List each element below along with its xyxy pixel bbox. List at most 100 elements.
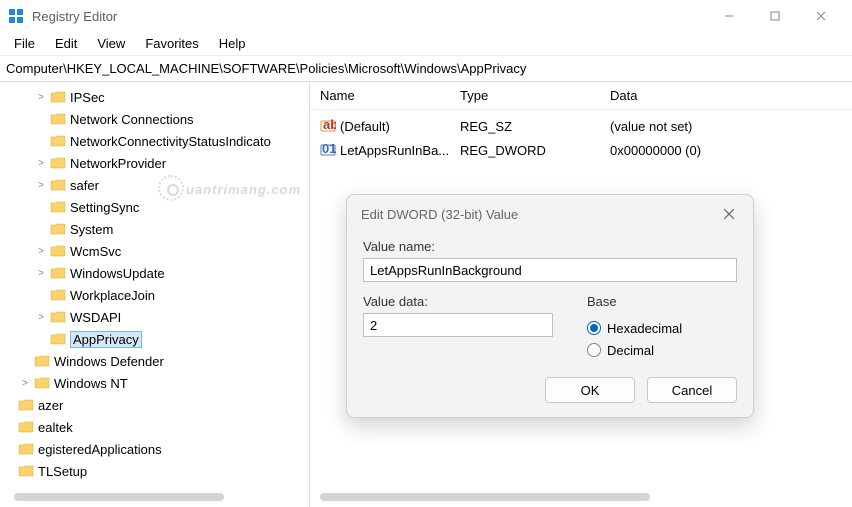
cell-data: (value not set) (610, 119, 852, 134)
column-name[interactable]: Name (320, 88, 460, 103)
value-data-input[interactable] (363, 313, 553, 337)
folder-icon (50, 310, 66, 324)
svg-text:ab: ab (323, 118, 336, 132)
list-row[interactable]: 011LetAppsRunInBa...REG_DWORD0x00000000 … (310, 138, 852, 162)
window-title: Registry Editor (32, 9, 706, 24)
dialog-close-button[interactable] (719, 204, 739, 224)
list-row[interactable]: ab(Default)REG_SZ(value not set) (310, 114, 852, 138)
radio-dec-label: Decimal (607, 343, 654, 358)
cell-data: 0x00000000 (0) (610, 143, 852, 158)
tree-item[interactable]: >Windows Defender (0, 350, 309, 372)
tree-item-label: NetworkConnectivityStatusIndicato (70, 134, 271, 149)
folder-icon (34, 376, 50, 390)
menu-view[interactable]: View (87, 34, 135, 53)
ok-button[interactable]: OK (545, 377, 635, 403)
expander-icon[interactable]: > (34, 178, 48, 192)
folder-icon (34, 354, 50, 368)
tree-item[interactable]: >Network Connections (0, 108, 309, 130)
value-name-input[interactable] (363, 258, 737, 282)
folder-icon (50, 288, 66, 302)
tree-item[interactable]: >TLSetup (0, 460, 309, 482)
tree-item-label: Network Connections (70, 112, 194, 127)
menubar: File Edit View Favorites Help (0, 32, 852, 56)
tree-item-label: Windows NT (54, 376, 128, 391)
tree-item-label: WorkplaceJoin (70, 288, 155, 303)
tree-item[interactable]: >WindowsUpdate (0, 262, 309, 284)
folder-icon (50, 222, 66, 236)
expander-icon[interactable]: > (34, 156, 48, 170)
tree-pane: >IPSec>Network Connections>NetworkConnec… (0, 82, 310, 507)
folder-icon (50, 112, 66, 126)
tree-item[interactable]: >NetworkConnectivityStatusIndicato (0, 130, 309, 152)
value-name-label: Value name: (363, 239, 737, 254)
tree-item[interactable]: > safer (0, 174, 309, 196)
folder-icon (50, 90, 66, 104)
list-horizontal-scrollbar[interactable] (320, 493, 650, 501)
folder-icon (18, 464, 34, 478)
tree-item-label: safer (70, 178, 99, 193)
window-titlebar: Registry Editor (0, 0, 852, 32)
menu-help[interactable]: Help (209, 34, 256, 53)
menu-favorites[interactable]: Favorites (135, 34, 208, 53)
tree-item[interactable]: >azer (0, 394, 309, 416)
tree-item[interactable]: >WorkplaceJoin (0, 284, 309, 306)
dialog-titlebar: Edit DWORD (32-bit) Value (347, 195, 753, 233)
folder-icon (50, 332, 66, 346)
expander-icon[interactable]: > (34, 310, 48, 324)
tree-horizontal-scrollbar[interactable] (14, 493, 224, 501)
tree-item-label: Windows Defender (54, 354, 164, 369)
tree-item-label: TLSetup (38, 464, 87, 479)
minimize-button[interactable] (706, 0, 752, 32)
base-label: Base (587, 294, 737, 309)
column-type[interactable]: Type (460, 88, 610, 103)
tree-item-label: egisteredApplications (38, 442, 162, 457)
cancel-button[interactable]: Cancel (647, 377, 737, 403)
column-data[interactable]: Data (610, 88, 852, 103)
address-bar[interactable]: Computer\HKEY_LOCAL_MACHINE\SOFTWARE\Pol… (0, 56, 852, 82)
folder-icon (50, 266, 66, 280)
tree-item-label: AppPrivacy (70, 331, 142, 348)
menu-edit[interactable]: Edit (45, 34, 87, 53)
tree-item[interactable]: > WSDAPI (0, 306, 309, 328)
folder-icon (50, 178, 66, 192)
tree-item-label: System (70, 222, 113, 237)
close-button[interactable] (798, 0, 844, 32)
list-body[interactable]: ab(Default)REG_SZ(value not set)011LetAp… (310, 110, 852, 166)
edit-dword-dialog: Edit DWORD (32-bit) Value Value name: Va… (346, 194, 754, 418)
tree-item[interactable]: > Windows NT (0, 372, 309, 394)
menu-file[interactable]: File (4, 34, 45, 53)
expander-icon[interactable]: > (18, 376, 32, 390)
radio-hexadecimal[interactable]: Hexadecimal (587, 317, 737, 339)
dialog-title: Edit DWORD (32-bit) Value (361, 207, 518, 222)
expander-icon[interactable]: > (34, 244, 48, 258)
dword-value-icon: 011 (320, 142, 336, 158)
string-value-icon: ab (320, 118, 336, 134)
folder-icon (18, 420, 34, 434)
svg-text:011: 011 (322, 142, 336, 156)
tree-item[interactable]: >WcmSvc (0, 240, 309, 262)
tree-view[interactable]: >IPSec>Network Connections>NetworkConnec… (0, 82, 309, 486)
tree-item-label: azer (38, 398, 63, 413)
cell-type: REG_DWORD (460, 143, 610, 158)
tree-item[interactable]: >SettingSync (0, 196, 309, 218)
tree-item[interactable]: >egisteredApplications (0, 438, 309, 460)
radio-hex-label: Hexadecimal (607, 321, 682, 336)
tree-item[interactable]: >System (0, 218, 309, 240)
folder-icon (50, 156, 66, 170)
tree-item[interactable]: >IPSec (0, 86, 309, 108)
expander-icon[interactable]: > (34, 90, 48, 104)
radio-decimal[interactable]: Decimal (587, 339, 737, 361)
tree-item[interactable]: > NetworkProvider (0, 152, 309, 174)
maximize-button[interactable] (752, 0, 798, 32)
radio-dec-icon (587, 343, 601, 357)
tree-item-label: WSDAPI (70, 310, 121, 325)
expander-icon[interactable]: > (34, 266, 48, 280)
folder-icon (50, 200, 66, 214)
folder-icon (18, 442, 34, 456)
address-text: Computer\HKEY_LOCAL_MACHINE\SOFTWARE\Pol… (6, 61, 526, 76)
tree-item-label: NetworkProvider (70, 156, 166, 171)
tree-item[interactable]: >AppPrivacy (0, 328, 309, 350)
value-data-label: Value data: (363, 294, 557, 309)
window-controls (706, 0, 844, 32)
tree-item[interactable]: >ealtek (0, 416, 309, 438)
